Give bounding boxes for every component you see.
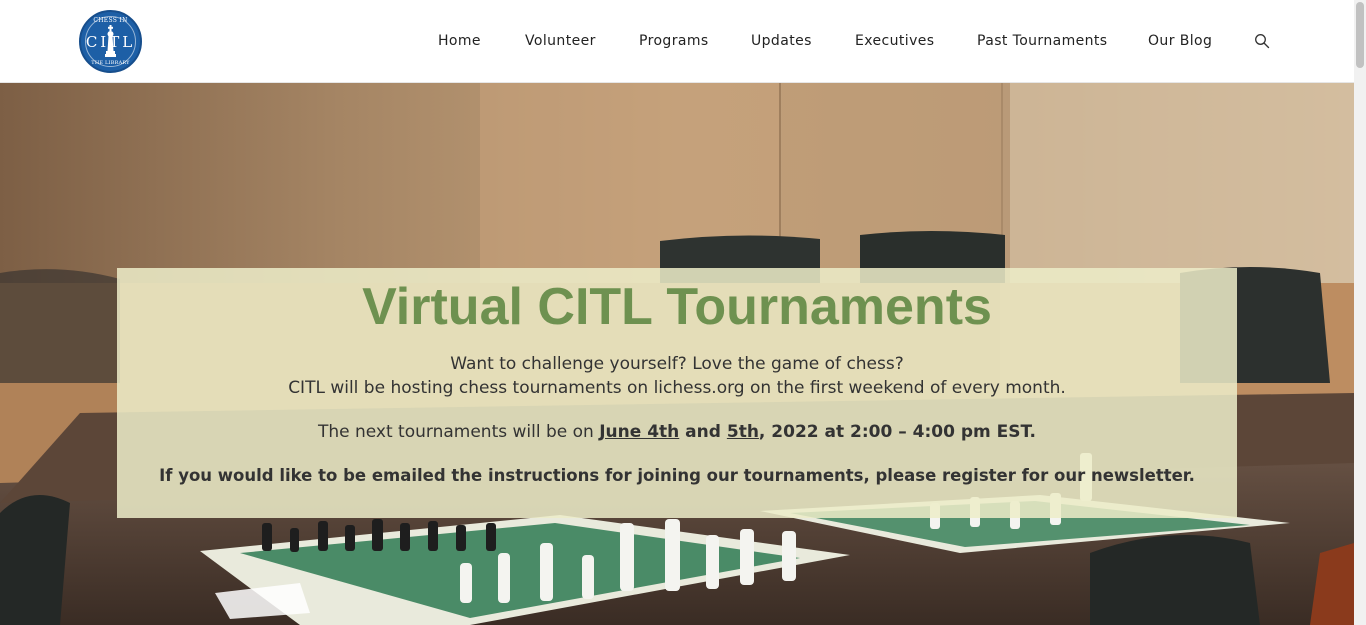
nav-past-tournaments[interactable]: Past Tournaments <box>977 30 1108 52</box>
date-link-june-4th[interactable]: June 4th <box>599 422 679 442</box>
site-header: CHESS IN CITL THE LIBRARY Home Volunteer… <box>0 0 1354 83</box>
nav-programs[interactable]: Programs <box>639 30 709 52</box>
tournament-info-panel: Virtual CITL Tournaments Want to challen… <box>117 268 1237 518</box>
next-tournament-prefix: The next tournaments will be on <box>317 422 600 442</box>
king-piece-icon <box>105 25 116 57</box>
nav-our-blog[interactable]: Our Blog <box>1148 30 1212 52</box>
logo-arc-bottom: THE LIBRARY <box>91 60 130 66</box>
nav-volunteer[interactable]: Volunteer <box>525 30 596 52</box>
citl-logo[interactable]: CHESS IN CITL THE LIBRARY <box>79 10 142 73</box>
date-link-5th[interactable]: 5th <box>727 422 759 442</box>
logo-arc-top: CHESS IN <box>93 17 128 24</box>
nav-home[interactable]: Home <box>438 30 481 52</box>
page-title: Virtual CITL Tournaments <box>362 278 992 336</box>
nav-executives[interactable]: Executives <box>855 30 934 52</box>
hero-section: Virtual CITL Tournaments Want to challen… <box>0 83 1354 625</box>
next-tournament-line: The next tournaments will be on June 4th… <box>117 420 1237 444</box>
next-tournament-time: , 2022 at 2:00 – 4:00 pm <box>758 422 991 442</box>
page-scrollbar[interactable] <box>1354 0 1366 625</box>
intro-line-2: CITL will be hosting chess tournaments o… <box>288 378 1066 398</box>
nav-updates[interactable]: Updates <box>751 30 812 52</box>
intro-line-1: Want to challenge yourself? Love the gam… <box>450 354 904 374</box>
page: CHESS IN CITL THE LIBRARY Home Volunteer… <box>0 0 1354 625</box>
search-icon[interactable] <box>1254 33 1270 49</box>
next-tournament-timezone: EST. <box>990 422 1037 442</box>
newsletter-line: If you would like to be emailed the inst… <box>159 466 1195 485</box>
next-tournament-and: and <box>679 422 727 442</box>
scrollbar-thumb[interactable] <box>1356 2 1364 68</box>
